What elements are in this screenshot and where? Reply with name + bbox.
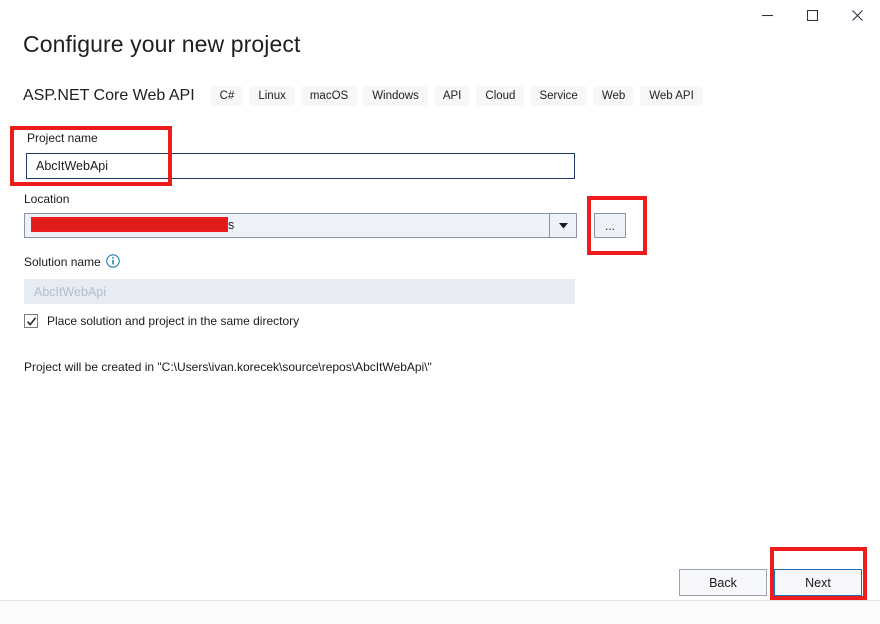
page-title: Configure your new project bbox=[23, 31, 300, 58]
solution-name-label: Solution name bbox=[24, 255, 101, 269]
solution-name-input: AbcItWebApi bbox=[24, 279, 575, 304]
tag-macos: macOS bbox=[301, 86, 357, 106]
template-name: ASP.NET Core Web API bbox=[23, 87, 195, 105]
same-directory-checkbox[interactable] bbox=[24, 314, 38, 328]
location-dropdown-button[interactable] bbox=[549, 214, 576, 237]
browse-location-button[interactable]: ... bbox=[594, 213, 626, 238]
chevron-down-icon bbox=[559, 223, 568, 229]
minimize-button[interactable] bbox=[745, 0, 790, 30]
close-icon bbox=[852, 10, 863, 21]
tag-linux: Linux bbox=[249, 86, 295, 106]
next-button[interactable]: Next bbox=[774, 569, 862, 596]
creation-path-note: Project will be created in "C:\Users\iva… bbox=[24, 360, 432, 374]
tag-api: API bbox=[434, 86, 471, 106]
checkmark-icon bbox=[26, 316, 37, 327]
tag-cloud: Cloud bbox=[476, 86, 524, 106]
project-name-input[interactable] bbox=[26, 153, 575, 179]
location-visible-text: s bbox=[228, 218, 234, 232]
same-directory-label: Place solution and project in the same d… bbox=[47, 314, 299, 328]
project-name-label: Project name bbox=[27, 131, 98, 145]
title-bar bbox=[0, 0, 880, 30]
footer-bar bbox=[0, 600, 880, 624]
maximize-button[interactable] bbox=[790, 0, 835, 30]
tag-web: Web bbox=[593, 86, 634, 106]
back-button[interactable]: Back bbox=[679, 569, 767, 596]
same-directory-checkbox-row[interactable]: Place solution and project in the same d… bbox=[24, 314, 299, 328]
location-redaction bbox=[31, 217, 228, 232]
tag-windows: Windows bbox=[363, 86, 428, 106]
location-value: s bbox=[25, 218, 549, 233]
minimize-icon bbox=[762, 10, 773, 21]
close-button[interactable] bbox=[835, 0, 880, 30]
tag-web-api: Web API bbox=[640, 86, 703, 106]
maximize-icon bbox=[807, 10, 818, 21]
location-label: Location bbox=[24, 192, 69, 206]
info-icon[interactable] bbox=[106, 254, 120, 268]
tag-service: Service bbox=[530, 86, 586, 106]
location-combobox[interactable]: s bbox=[24, 213, 577, 238]
tag-csharp: C# bbox=[211, 86, 244, 106]
template-summary-row: ASP.NET Core Web API C# Linux macOS Wind… bbox=[23, 86, 709, 106]
